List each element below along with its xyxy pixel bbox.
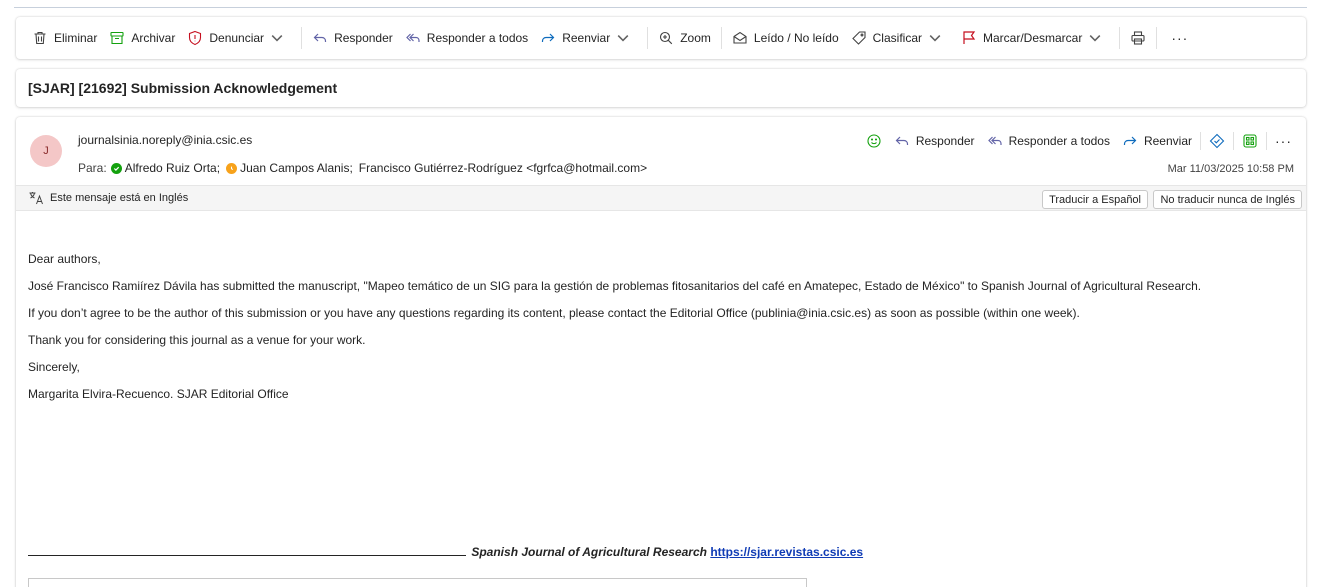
- actions-divider: [1200, 132, 1201, 150]
- journal-name: Spanish Journal of Agricultural Research: [471, 545, 707, 559]
- envelope-open-icon: [733, 31, 747, 44]
- reply-all-icon: [405, 33, 420, 42]
- forward-icon: [542, 33, 555, 42]
- zoom-label: Zoom: [680, 31, 711, 45]
- message-subject: [SJAR] [21692] Submission Acknowledgemen…: [16, 69, 1306, 107]
- message-reply-all-label: Responder a todos: [1008, 134, 1110, 148]
- reply-icon: [313, 33, 327, 42]
- archive-button[interactable]: Archivar: [103, 23, 181, 53]
- actions-divider: [1266, 132, 1267, 150]
- translate-button[interactable]: Traducir a Español: [1042, 190, 1148, 209]
- message-reply-all-button[interactable]: Responder a todos: [981, 129, 1116, 153]
- archive-label: Archivar: [131, 31, 176, 45]
- toolbar-divider: [1119, 27, 1121, 49]
- recipient-name: Francisco Gutiérrez-Rodríguez <fgrfca@ho…: [358, 161, 648, 175]
- trash-icon: [34, 31, 46, 45]
- chevron-down-icon[interactable]: [927, 30, 943, 46]
- reply-label: Responder: [334, 31, 393, 45]
- zoom-in-icon: [660, 31, 673, 45]
- sender-address[interactable]: journalsinia.noreply@inia.csic.es: [78, 133, 252, 147]
- message-reply-label: Responder: [915, 134, 975, 148]
- report-button[interactable]: Denunciar: [181, 23, 297, 53]
- tag-icon: [851, 31, 866, 45]
- recipient-name: Alfredo Ruiz Orta;: [124, 161, 221, 175]
- footer-rule: [28, 545, 466, 556]
- recipient[interactable]: Juan Campos Alanis;: [226, 161, 353, 175]
- message-card: J journalsinia.noreply@inia.csic.es Para…: [16, 117, 1306, 587]
- categorize-button[interactable]: Clasificar: [845, 23, 955, 53]
- top-divider: [14, 7, 1307, 8]
- read-unread-label: Leído / No leído: [753, 31, 839, 45]
- toolbar-divider: [1156, 27, 1158, 49]
- zoom-button[interactable]: Zoom: [652, 23, 717, 53]
- recipient[interactable]: Alfredo Ruiz Orta;: [110, 161, 221, 175]
- reply-button[interactable]: Responder: [306, 23, 399, 53]
- message-forward-label: Reenviar: [1143, 134, 1192, 148]
- print-icon: [1131, 31, 1145, 45]
- read-unread-button[interactable]: Leído / No leído: [726, 23, 845, 53]
- apps-button[interactable]: [1236, 129, 1264, 153]
- greeting: Dear authors,: [28, 252, 101, 266]
- flag-icon: [963, 31, 976, 44]
- recipient-name: Juan Campos Alanis;: [240, 161, 353, 175]
- presence-available-icon: [110, 162, 122, 174]
- actions-divider: [1233, 132, 1234, 150]
- reply-icon: [895, 136, 908, 145]
- toolbar-divider: [301, 27, 303, 49]
- footer-box: [28, 578, 807, 587]
- shield-alert-icon: [189, 30, 202, 46]
- diamond-check-icon: [1209, 133, 1225, 149]
- body-paragraph: Thank you for considering this journal a…: [28, 333, 366, 347]
- translation-notice: Este mensaje está en Inglés: [50, 192, 189, 204]
- print-button[interactable]: [1124, 23, 1152, 53]
- toolbar-divider: [647, 27, 649, 49]
- reply-all-button[interactable]: Responder a todos: [399, 23, 534, 53]
- add-in-button[interactable]: [1203, 129, 1231, 153]
- recipients-line: Para: Alfredo Ruiz Orta; Juan Campos Ala…: [78, 161, 653, 175]
- reaction-button[interactable]: [860, 129, 888, 153]
- categorize-label: Clasificar: [872, 31, 922, 45]
- to-label: Para:: [78, 161, 107, 175]
- more-actions-button[interactable]: ···: [1161, 23, 1198, 53]
- presence-away-icon: [226, 162, 238, 174]
- message-actions: Responder Responder a todos Reenviar ···: [860, 129, 1298, 153]
- toolbar-divider: [720, 27, 722, 49]
- message-more-button[interactable]: ···: [1269, 129, 1298, 153]
- reply-all-icon: [987, 136, 1002, 145]
- message-reply-button[interactable]: Responder: [888, 129, 981, 153]
- smiley-icon: [867, 134, 881, 148]
- forward-label: Reenviar: [562, 31, 611, 45]
- closing: Sincerely,: [28, 360, 80, 374]
- never-translate-button[interactable]: No traducir nunca de Inglés: [1153, 190, 1302, 209]
- apps-grid-icon: [1243, 134, 1257, 148]
- delete-label: Eliminar: [54, 31, 98, 45]
- journal-link[interactable]: https://sjar.revistas.csic.es: [710, 545, 863, 559]
- forward-icon: [1123, 136, 1137, 145]
- translation-bar: Este mensaje está en Inglés Traducir a E…: [16, 185, 1306, 211]
- flag-button[interactable]: Marcar/Desmarcar: [955, 23, 1115, 53]
- sender-avatar[interactable]: J: [30, 135, 62, 167]
- body-paragraph: José Francisco Ramiírez Dávila has submi…: [28, 279, 1202, 293]
- message-date: Mar 11/03/2025 10:58 PM: [1167, 163, 1294, 175]
- reply-all-label: Responder a todos: [426, 31, 529, 45]
- recipient[interactable]: Francisco Gutiérrez-Rodríguez <fgrfca@ho…: [359, 161, 647, 175]
- signature: Margarita Elvira-Recuenco. SJAR Editoria…: [28, 387, 289, 401]
- flag-label: Marcar/Desmarcar: [982, 31, 1083, 45]
- delete-button[interactable]: Eliminar: [26, 23, 103, 53]
- message-toolbar: Eliminar Archivar Denunciar Responder Re…: [16, 17, 1306, 59]
- chevron-down-icon[interactable]: [615, 30, 631, 46]
- body-paragraph: If you don’t agree to be the author of t…: [28, 306, 1080, 320]
- report-label: Denunciar: [209, 31, 265, 45]
- archive-icon: [110, 31, 124, 45]
- message-body: Dear authors, José Francisco Ramiírez Dá…: [28, 251, 1298, 413]
- forward-button[interactable]: Reenviar: [534, 23, 643, 53]
- message-forward-button[interactable]: Reenviar: [1116, 129, 1198, 153]
- email-footer: Spanish Journal of Agricultural Research…: [28, 545, 863, 559]
- chevron-down-icon[interactable]: [269, 30, 285, 46]
- chevron-down-icon[interactable]: [1087, 30, 1103, 46]
- translate-icon: [29, 192, 43, 205]
